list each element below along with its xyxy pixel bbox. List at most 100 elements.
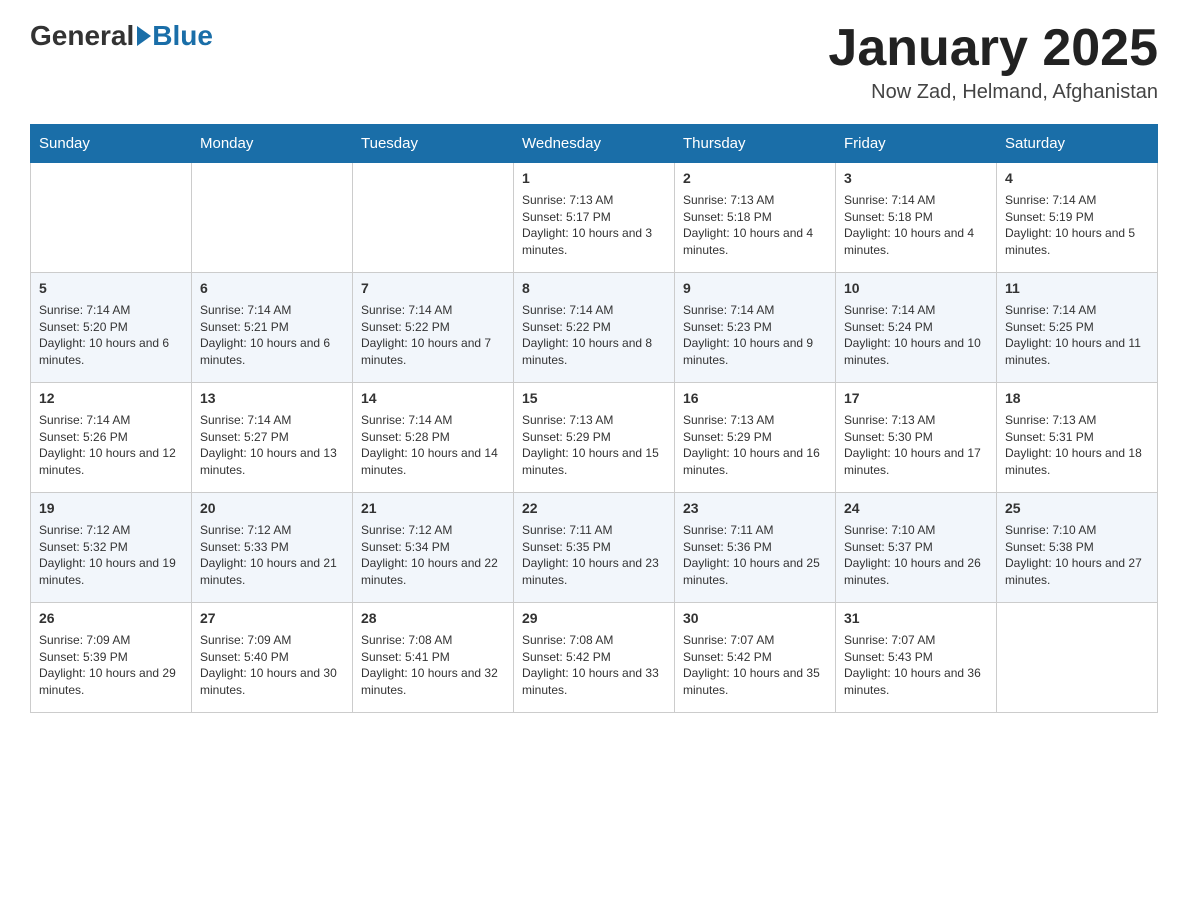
calendar-cell [31, 163, 192, 273]
day-number: 10 [844, 279, 988, 299]
calendar-cell: 12 Sunrise: 7:14 AM Sunset: 5:26 PM Dayli… [31, 383, 192, 493]
day-number: 12 [39, 389, 183, 409]
month-title: January 2025 [828, 20, 1158, 77]
day-number: 9 [683, 279, 827, 299]
calendar-cell: 24 Sunrise: 7:10 AM Sunset: 5:37 PM Dayli… [836, 493, 997, 603]
day-info: Sunrise: 7:14 AM Sunset: 5:25 PM Dayligh… [1005, 302, 1149, 369]
logo-general: General [30, 20, 134, 52]
day-of-week-header: Monday [192, 125, 353, 163]
day-of-week-header: Wednesday [514, 125, 675, 163]
calendar-cell: 31Sunrise: 7:07 AM Sunset: 5:43 PM Dayli… [836, 603, 997, 713]
calendar-cell: 6 Sunrise: 7:14 AM Sunset: 5:21 PM Daylig… [192, 273, 353, 383]
day-info: Sunrise: 7:12 AM Sunset: 5:34 PM Dayligh… [361, 522, 505, 589]
day-of-week-header: Thursday [675, 125, 836, 163]
calendar-cell: 27 Sunrise: 7:09 AM Sunset: 5:40 PM Dayli… [192, 603, 353, 713]
day-number: 29 [522, 609, 666, 629]
calendar-cell: 9Sunrise: 7:14 AM Sunset: 5:23 PM Daylig… [675, 273, 836, 383]
calendar-cell: 29 Sunrise: 7:08 AM Sunset: 5:42 PM Dayli… [514, 603, 675, 713]
calendar-cell [192, 163, 353, 273]
calendar-cell: 4 Sunrise: 7:14 AM Sunset: 5:19 PM Daylig… [997, 163, 1158, 273]
calendar-cell: 21Sunrise: 7:12 AM Sunset: 5:34 PM Dayli… [353, 493, 514, 603]
day-number: 14 [361, 389, 505, 409]
day-info: Sunrise: 7:08 AM Sunset: 5:42 PM Dayligh… [522, 632, 666, 699]
calendar-cell: 26 Sunrise: 7:09 AM Sunset: 5:39 PM Dayli… [31, 603, 192, 713]
calendar-cell: 28 Sunrise: 7:08 AM Sunset: 5:41 PM Dayli… [353, 603, 514, 713]
day-info: Sunrise: 7:13 AM Sunset: 5:31 PM Dayligh… [1005, 412, 1149, 479]
day-info: Sunrise: 7:14 AM Sunset: 5:21 PM Dayligh… [200, 302, 344, 369]
title-section: January 2025 Now Zad, Helmand, Afghanist… [828, 20, 1158, 104]
calendar-table: SundayMondayTuesdayWednesdayThursdayFrid… [30, 124, 1158, 713]
day-info: Sunrise: 7:14 AM Sunset: 5:28 PM Dayligh… [361, 412, 505, 479]
calendar-cell: 10 Sunrise: 7:14 AM Sunset: 5:24 PM Dayli… [836, 273, 997, 383]
calendar-week-row: 12 Sunrise: 7:14 AM Sunset: 5:26 PM Dayli… [31, 383, 1158, 493]
day-info: Sunrise: 7:14 AM Sunset: 5:24 PM Dayligh… [844, 302, 988, 369]
day-info: Sunrise: 7:07 AM Sunset: 5:42 PM Dayligh… [683, 632, 827, 699]
day-number: 25 [1005, 499, 1149, 519]
day-number: 28 [361, 609, 505, 629]
day-number: 4 [1005, 169, 1149, 189]
logo-text: General Blue [30, 20, 213, 52]
day-number: 8 [522, 279, 666, 299]
calendar-week-row: 5 Sunrise: 7:14 AM Sunset: 5:20 PM Daylig… [31, 273, 1158, 383]
day-info: Sunrise: 7:14 AM Sunset: 5:19 PM Dayligh… [1005, 192, 1149, 259]
calendar-week-row: 26 Sunrise: 7:09 AM Sunset: 5:39 PM Dayli… [31, 603, 1158, 713]
day-number: 22 [522, 499, 666, 519]
day-number: 23 [683, 499, 827, 519]
day-number: 24 [844, 499, 988, 519]
day-number: 31 [844, 609, 988, 629]
calendar-cell: 15 Sunrise: 7:13 AM Sunset: 5:29 PM Dayli… [514, 383, 675, 493]
day-number: 27 [200, 609, 344, 629]
calendar-cell: 14 Sunrise: 7:14 AM Sunset: 5:28 PM Dayli… [353, 383, 514, 493]
day-info: Sunrise: 7:10 AM Sunset: 5:38 PM Dayligh… [1005, 522, 1149, 589]
day-number: 13 [200, 389, 344, 409]
calendar-cell: 20Sunrise: 7:12 AM Sunset: 5:33 PM Dayli… [192, 493, 353, 603]
calendar-week-row: 19 Sunrise: 7:12 AM Sunset: 5:32 PM Dayli… [31, 493, 1158, 603]
calendar-cell: 11 Sunrise: 7:14 AM Sunset: 5:25 PM Dayli… [997, 273, 1158, 383]
calendar-cell [997, 603, 1158, 713]
calendar-cell: 18Sunrise: 7:13 AM Sunset: 5:31 PM Dayli… [997, 383, 1158, 493]
calendar-cell: 16Sunrise: 7:13 AM Sunset: 5:29 PM Dayli… [675, 383, 836, 493]
day-number: 2 [683, 169, 827, 189]
day-info: Sunrise: 7:10 AM Sunset: 5:37 PM Dayligh… [844, 522, 988, 589]
day-info: Sunrise: 7:14 AM Sunset: 5:20 PM Dayligh… [39, 302, 183, 369]
calendar-cell: 3Sunrise: 7:14 AM Sunset: 5:18 PM Daylig… [836, 163, 997, 273]
day-info: Sunrise: 7:09 AM Sunset: 5:40 PM Dayligh… [200, 632, 344, 699]
day-info: Sunrise: 7:11 AM Sunset: 5:36 PM Dayligh… [683, 522, 827, 589]
page-header: General Blue Blue January 2025 Now Zad, … [30, 20, 1158, 104]
calendar-cell: 13 Sunrise: 7:14 AM Sunset: 5:27 PM Dayli… [192, 383, 353, 493]
calendar-cell: 22 Sunrise: 7:11 AM Sunset: 5:35 PM Dayli… [514, 493, 675, 603]
calendar-cell: 19 Sunrise: 7:12 AM Sunset: 5:32 PM Dayli… [31, 493, 192, 603]
day-number: 30 [683, 609, 827, 629]
day-number: 26 [39, 609, 183, 629]
day-number: 7 [361, 279, 505, 299]
day-info: Sunrise: 7:14 AM Sunset: 5:22 PM Dayligh… [361, 302, 505, 369]
day-number: 20 [200, 499, 344, 519]
day-info: Sunrise: 7:13 AM Sunset: 5:17 PM Dayligh… [522, 192, 666, 259]
day-number: 1 [522, 169, 666, 189]
logo-blue: Blue [152, 20, 213, 52]
calendar-cell: 7 Sunrise: 7:14 AM Sunset: 5:22 PM Daylig… [353, 273, 514, 383]
day-info: Sunrise: 7:11 AM Sunset: 5:35 PM Dayligh… [522, 522, 666, 589]
day-number: 19 [39, 499, 183, 519]
calendar-cell [353, 163, 514, 273]
day-info: Sunrise: 7:12 AM Sunset: 5:32 PM Dayligh… [39, 522, 183, 589]
logo: General Blue Blue [30, 20, 213, 52]
day-info: Sunrise: 7:08 AM Sunset: 5:41 PM Dayligh… [361, 632, 505, 699]
calendar-cell: 17Sunrise: 7:13 AM Sunset: 5:30 PM Dayli… [836, 383, 997, 493]
day-info: Sunrise: 7:14 AM Sunset: 5:26 PM Dayligh… [39, 412, 183, 479]
day-number: 11 [1005, 279, 1149, 299]
day-info: Sunrise: 7:09 AM Sunset: 5:39 PM Dayligh… [39, 632, 183, 699]
day-number: 6 [200, 279, 344, 299]
calendar-cell: 8 Sunrise: 7:14 AM Sunset: 5:22 PM Daylig… [514, 273, 675, 383]
day-info: Sunrise: 7:13 AM Sunset: 5:29 PM Dayligh… [522, 412, 666, 479]
day-info: Sunrise: 7:14 AM Sunset: 5:27 PM Dayligh… [200, 412, 344, 479]
day-of-week-header: Tuesday [353, 125, 514, 163]
calendar-cell: 30 Sunrise: 7:07 AM Sunset: 5:42 PM Dayli… [675, 603, 836, 713]
day-of-week-header: Saturday [997, 125, 1158, 163]
day-of-week-header: Sunday [31, 125, 192, 163]
day-info: Sunrise: 7:14 AM Sunset: 5:22 PM Dayligh… [522, 302, 666, 369]
day-number: 5 [39, 279, 183, 299]
day-number: 15 [522, 389, 666, 409]
calendar-cell: 2Sunrise: 7:13 AM Sunset: 5:18 PM Daylig… [675, 163, 836, 273]
day-info: Sunrise: 7:13 AM Sunset: 5:29 PM Dayligh… [683, 412, 827, 479]
